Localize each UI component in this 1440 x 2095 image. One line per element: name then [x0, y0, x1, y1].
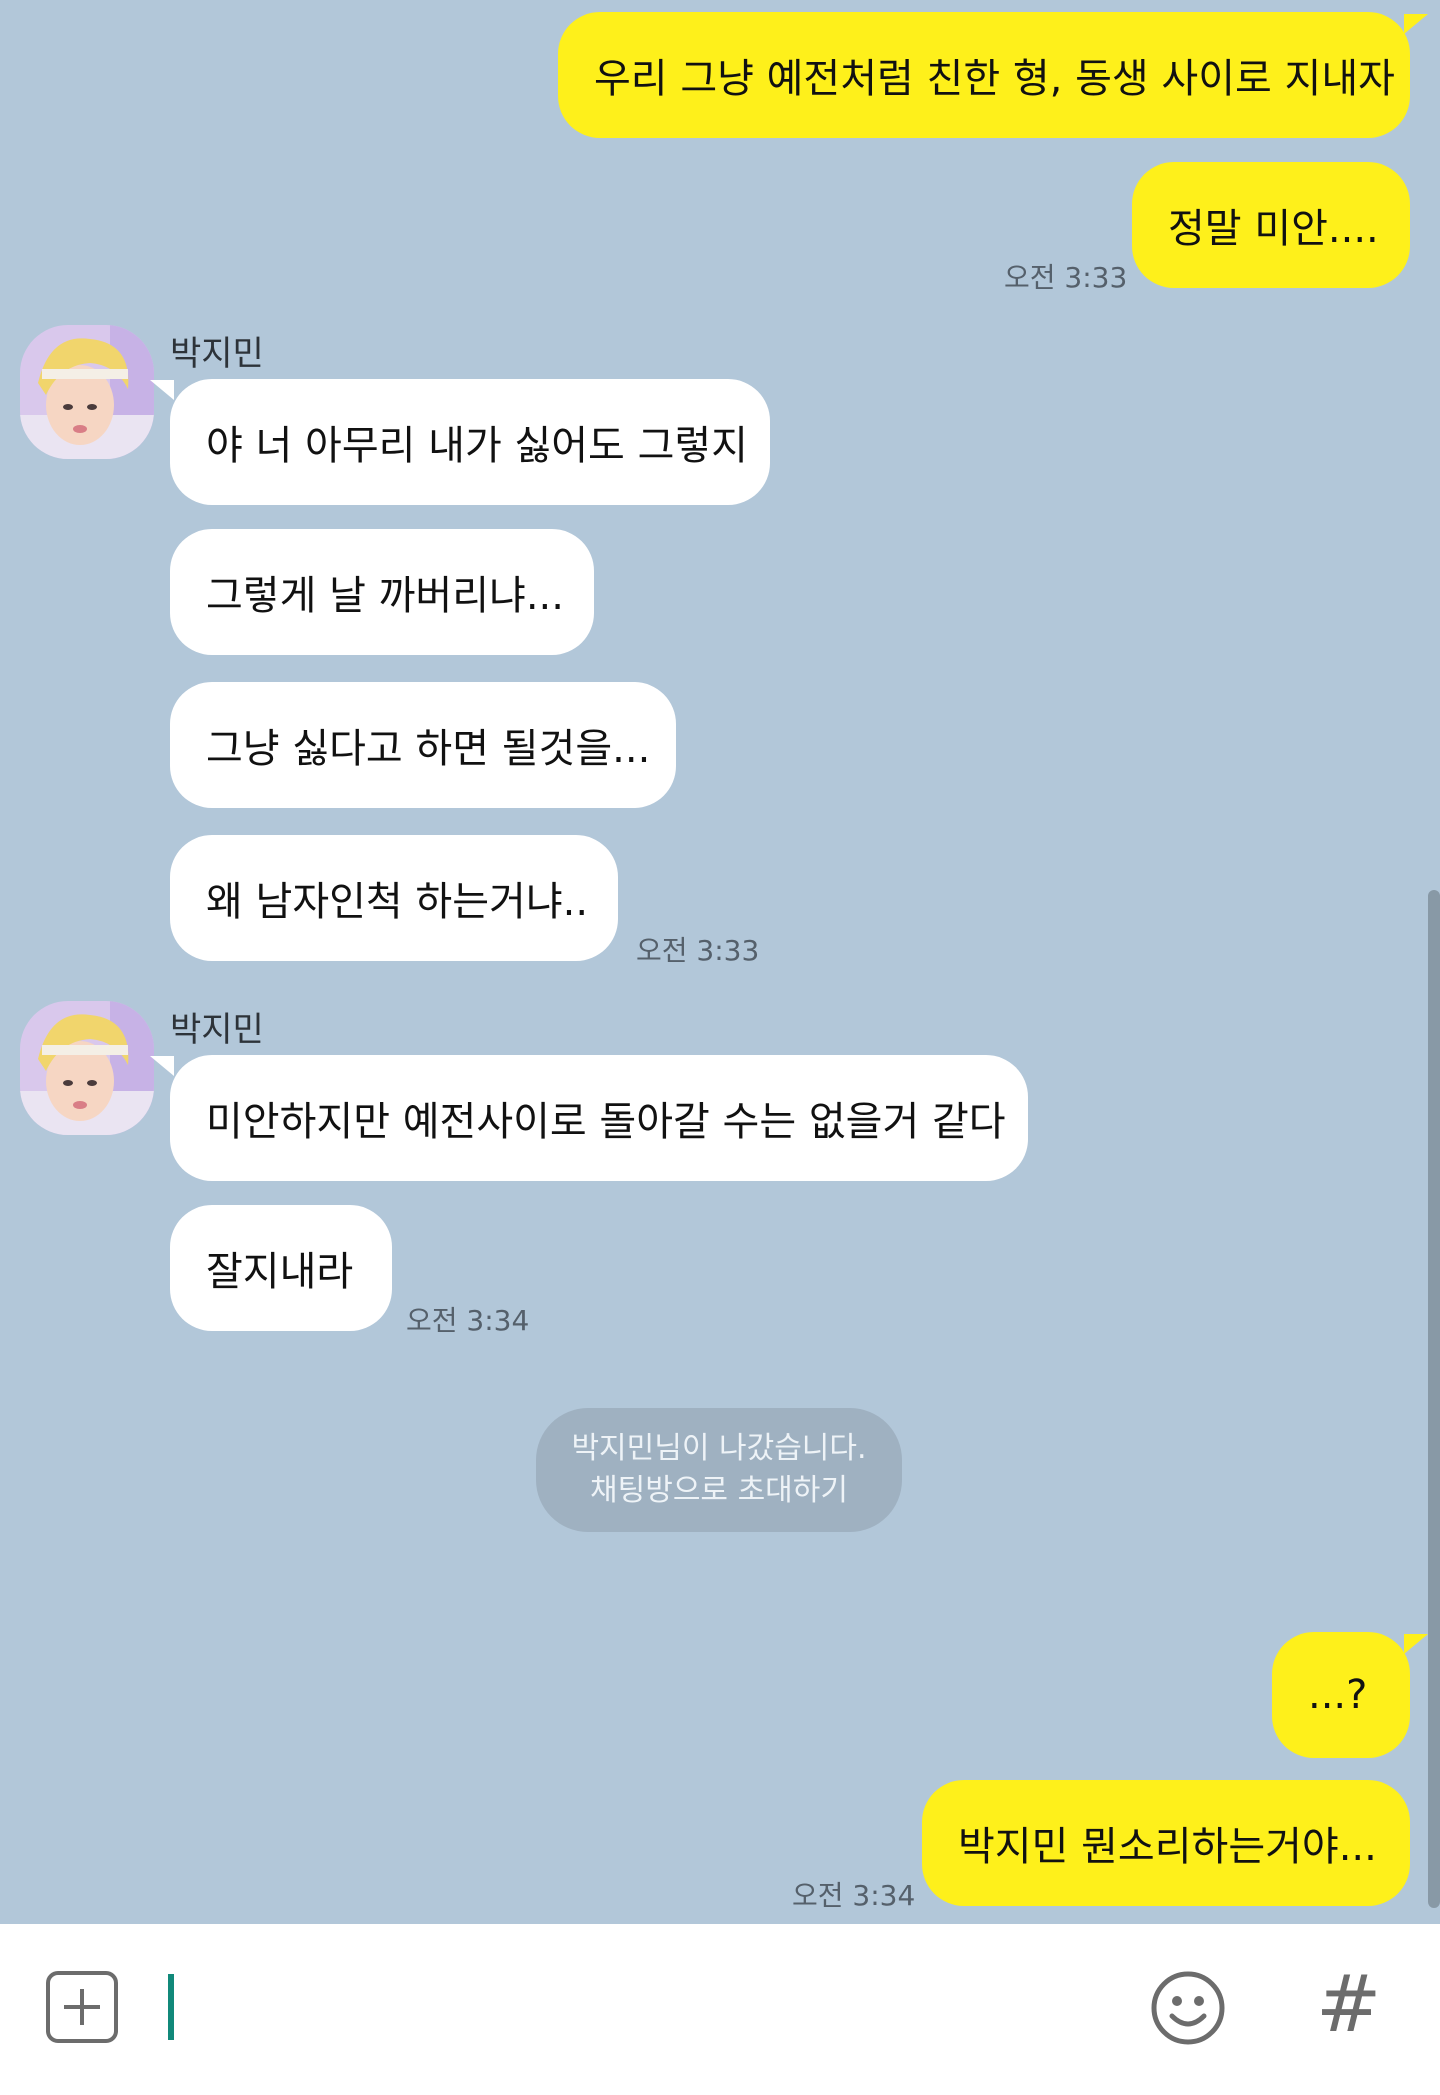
scrollbar[interactable]	[1428, 890, 1440, 1908]
hashtag-button[interactable]: #	[1316, 1960, 1381, 2050]
avatar-image	[20, 1001, 154, 1135]
message-text: 야 너 아무리 내가 싫어도 그렇지	[206, 423, 748, 469]
bubble-tail	[1404, 14, 1428, 34]
bubble-tail	[150, 380, 174, 400]
received-message[interactable]: 왜 남자인척 하는거냐..	[170, 835, 618, 961]
sender-name: 박지민	[170, 1010, 264, 1050]
system-notice[interactable]: 박지민님이 나갔습니다. 채팅방으로 초대하기	[536, 1408, 902, 1532]
message-text: 정말 미안....	[1168, 206, 1379, 252]
message-text: 잘지내라	[206, 1249, 354, 1295]
avatar[interactable]	[20, 1001, 154, 1135]
received-message[interactable]: 그렇게 날 까버리냐...	[170, 529, 594, 655]
message-timestamp: 오전 3:33	[1004, 261, 1128, 294]
avatar[interactable]	[20, 325, 154, 459]
message-input-bar: #	[0, 1924, 1440, 2095]
message-timestamp: 오전 3:33	[636, 934, 760, 967]
message-timestamp: 오전 3:34	[792, 1879, 916, 1912]
sent-message[interactable]: 정말 미안....	[1132, 162, 1410, 288]
plus-icon	[64, 1989, 100, 2025]
message-input[interactable]	[150, 1964, 1110, 2050]
attach-button[interactable]	[46, 1971, 118, 2043]
received-message[interactable]: 미안하지만 예전사이로 돌아갈 수는 없을거 같다	[170, 1055, 1028, 1181]
message-text: ...?	[1308, 1672, 1368, 1718]
emoji-button[interactable]	[1150, 1970, 1226, 2046]
smiley-icon	[1151, 1971, 1225, 2045]
sent-message[interactable]: 우리 그냥 예전처럼 친한 형, 동생 사이로 지내자	[558, 12, 1410, 138]
received-message[interactable]: 그냥 싫다고 하면 될것을...	[170, 682, 676, 808]
sender-name: 박지민	[170, 334, 264, 374]
message-timestamp: 오전 3:34	[406, 1304, 530, 1337]
sent-message[interactable]: 박지민 뭔소리하는거야...	[922, 1780, 1410, 1906]
received-message[interactable]: 잘지내라	[170, 1205, 392, 1331]
invite-to-chat-link[interactable]: 채팅방으로 초대하기	[590, 1470, 848, 1512]
text-cursor	[168, 1974, 174, 2040]
message-text: 박지민 뭔소리하는거야...	[958, 1824, 1377, 1870]
avatar-image	[20, 325, 154, 459]
sent-message[interactable]: ...?	[1272, 1632, 1410, 1758]
left-chat-notice: 박지민님이 나갔습니다.	[571, 1431, 867, 1466]
message-text: 왜 남자인척 하는거냐..	[206, 879, 589, 925]
message-text: 그냥 싫다고 하면 될것을...	[206, 726, 651, 772]
message-text: 그렇게 날 까버리냐...	[206, 573, 564, 619]
message-text: 우리 그냥 예전처럼 친한 형, 동생 사이로 지내자	[594, 56, 1395, 102]
bubble-tail	[1404, 1634, 1428, 1654]
bubble-tail	[150, 1056, 174, 1076]
received-message[interactable]: 야 너 아무리 내가 싫어도 그렇지	[170, 379, 770, 505]
message-text: 미안하지만 예전사이로 돌아갈 수는 없을거 같다	[206, 1099, 1006, 1145]
